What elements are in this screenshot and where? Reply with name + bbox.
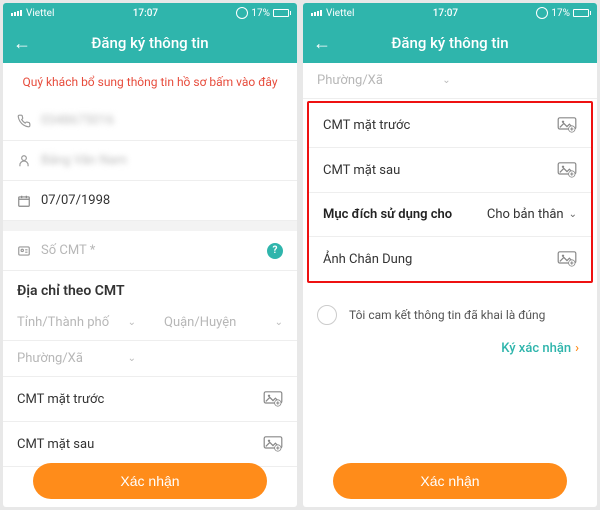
nav-bar: ← Đăng ký thông tin bbox=[303, 23, 597, 63]
purpose-label: Mục đích sử dụng cho bbox=[323, 207, 452, 222]
phone-left: Viettel 17:07 17% ← Đăng ký thông tin Qu… bbox=[3, 3, 297, 507]
alarm-icon bbox=[236, 7, 248, 19]
help-icon[interactable]: ? bbox=[267, 243, 283, 259]
form-content: Phường/Xã ⌄ CMT mặt trước CMT mặt sau Mụ… bbox=[303, 63, 597, 507]
district-label: Quận/Huyện bbox=[164, 315, 236, 330]
person-icon bbox=[17, 154, 41, 168]
image-upload-icon bbox=[557, 117, 577, 133]
chevron-down-icon: ⌄ bbox=[128, 317, 136, 328]
arrow-right-icon: › bbox=[575, 341, 579, 356]
id-front-upload[interactable]: CMT mặt trước bbox=[3, 377, 297, 422]
alert-link[interactable]: Quý khách bổ sung thông tin hồ sơ bấm và… bbox=[3, 63, 297, 101]
status-bar: Viettel 17:07 17% bbox=[3, 3, 297, 23]
highlighted-upload-section: CMT mặt trước CMT mặt sau Mục đích sử dụ… bbox=[307, 101, 593, 283]
alarm-icon bbox=[536, 7, 548, 19]
confirm-button[interactable]: Xác nhận bbox=[33, 463, 267, 499]
sign-link[interactable]: Ký xác nhận › bbox=[303, 335, 597, 370]
phone-field[interactable]: 0348675016 bbox=[3, 101, 297, 141]
id-placeholder: Số CMT * bbox=[41, 243, 267, 258]
battery-icon bbox=[573, 9, 589, 17]
status-bar: Viettel 17:07 17% bbox=[303, 3, 597, 23]
chevron-down-icon: ⌄ bbox=[442, 75, 450, 86]
battery-pct: 17% bbox=[551, 8, 570, 19]
purpose-dropdown[interactable]: Mục đích sử dụng cho Cho bản thân ⌄ bbox=[309, 193, 591, 237]
id-number-field[interactable]: Số CMT * ? bbox=[3, 231, 297, 271]
phone-icon bbox=[17, 114, 41, 128]
ward-dropdown[interactable]: Phường/Xã ⌄ bbox=[3, 341, 150, 376]
phone-right: Viettel 17:07 17% ← Đăng ký thông tin Ph… bbox=[303, 3, 597, 507]
id-back-label: CMT mặt sau bbox=[17, 437, 94, 452]
portrait-label: Ảnh Chân Dung bbox=[323, 252, 412, 267]
image-upload-icon bbox=[263, 391, 283, 407]
id-front-label: CMT mặt trước bbox=[323, 118, 410, 133]
image-upload-icon bbox=[557, 162, 577, 178]
district-dropdown[interactable]: Quận/Huyện ⌄ bbox=[150, 305, 297, 340]
chevron-down-icon: ⌄ bbox=[275, 317, 283, 328]
signal-icon bbox=[11, 10, 22, 16]
province-dropdown[interactable]: Tỉnh/Thành phố ⌄ bbox=[3, 305, 150, 340]
status-time: 17:07 bbox=[54, 8, 236, 19]
status-time: 17:07 bbox=[354, 8, 536, 19]
id-card-icon bbox=[17, 244, 41, 258]
dob-value: 07/07/1998 bbox=[41, 193, 283, 208]
name-value: Bảng Văn Nam bbox=[41, 153, 283, 168]
image-upload-icon bbox=[557, 251, 577, 267]
nav-bar: ← Đăng ký thông tin bbox=[3, 23, 297, 63]
ward-dropdown[interactable]: Phường/Xã ⌄ bbox=[303, 63, 465, 98]
purpose-value: Cho bản thân bbox=[487, 207, 564, 222]
portrait-upload[interactable]: Ảnh Chân Dung bbox=[309, 237, 591, 281]
carrier-label: Viettel bbox=[326, 8, 354, 19]
id-back-upload[interactable]: CMT mặt sau bbox=[3, 422, 297, 467]
id-back-upload[interactable]: CMT mặt sau bbox=[309, 148, 591, 193]
commit-checkbox-row[interactable]: Tôi cam kết thông tin đã khai là đúng bbox=[303, 285, 597, 335]
calendar-icon bbox=[17, 194, 41, 208]
ward-label: Phường/Xã bbox=[17, 351, 83, 366]
page-title: Đăng ký thông tin bbox=[13, 34, 287, 52]
signal-icon bbox=[311, 10, 322, 16]
form-content: Quý khách bổ sung thông tin hồ sơ bấm và… bbox=[3, 63, 297, 507]
chevron-down-icon: ⌄ bbox=[128, 353, 136, 364]
checkbox-unchecked-icon[interactable] bbox=[317, 305, 337, 325]
battery-icon bbox=[273, 9, 289, 17]
sign-label: Ký xác nhận bbox=[501, 341, 571, 356]
confirm-button[interactable]: Xác nhận bbox=[333, 463, 567, 499]
carrier-label: Viettel bbox=[26, 8, 54, 19]
id-front-upload[interactable]: CMT mặt trước bbox=[309, 103, 591, 148]
commit-text: Tôi cam kết thông tin đã khai là đúng bbox=[349, 308, 545, 322]
page-title: Đăng ký thông tin bbox=[313, 34, 587, 52]
id-back-label: CMT mặt sau bbox=[323, 163, 400, 178]
image-upload-icon bbox=[263, 436, 283, 452]
ward-label: Phường/Xã bbox=[317, 73, 383, 88]
province-label: Tỉnh/Thành phố bbox=[17, 315, 109, 330]
chevron-down-icon: ⌄ bbox=[569, 209, 577, 220]
name-field[interactable]: Bảng Văn Nam bbox=[3, 141, 297, 181]
address-heading: Địa chỉ theo CMT bbox=[3, 271, 297, 305]
battery-pct: 17% bbox=[251, 8, 270, 19]
dob-field[interactable]: 07/07/1998 bbox=[3, 181, 297, 221]
id-front-label: CMT mặt trước bbox=[17, 392, 104, 407]
phone-value: 0348675016 bbox=[41, 113, 283, 128]
